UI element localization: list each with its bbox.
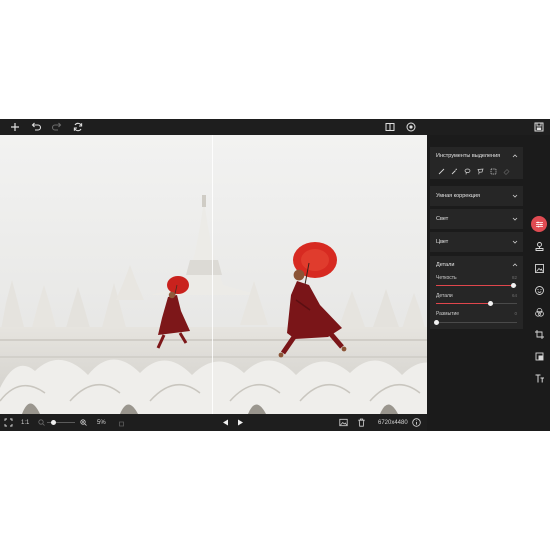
image-icon[interactable] — [339, 414, 348, 431]
image-frame-icon[interactable] — [533, 262, 546, 275]
top-toolbar — [0, 119, 550, 135]
blur-value: 0 — [514, 311, 517, 316]
details-slider-fill — [436, 303, 491, 304]
details-title: Детали — [436, 262, 455, 268]
chevron-down-icon[interactable] — [512, 239, 518, 245]
zoom-in-icon[interactable] — [80, 414, 87, 431]
chevron-up-icon[interactable] — [512, 153, 518, 159]
text-icon[interactable] — [533, 372, 546, 385]
image-size-label: 6720x4480 — [378, 419, 408, 426]
selection-tools-section[interactable]: Инструменты выделения — [430, 147, 523, 179]
sharpness-label: Четкость — [436, 275, 457, 281]
eye-icon[interactable] — [405, 121, 417, 133]
color-mix-icon[interactable] — [533, 306, 546, 319]
light-title: Свет — [436, 216, 449, 222]
refresh-icon[interactable] — [72, 121, 84, 133]
chevron-down-icon[interactable] — [512, 216, 518, 222]
face-icon[interactable] — [533, 284, 546, 297]
next-image-icon[interactable] — [237, 414, 244, 431]
smart-correction-title: Умная коррекция — [436, 193, 480, 199]
zoom-value: 5% — [97, 419, 106, 426]
selection-tools-title: Инструменты выделения — [436, 153, 501, 159]
adjust-sliders-icon[interactable] — [533, 218, 546, 231]
brush-icon[interactable] — [438, 168, 445, 175]
redo-icon[interactable] — [51, 121, 63, 133]
plus-icon[interactable] — [9, 121, 21, 133]
blur-slider-knob[interactable] — [434, 320, 439, 325]
rect-select-icon[interactable] — [490, 168, 497, 175]
details-slider[interactable] — [436, 301, 517, 306]
photo-editor: 1:1 5% 6720x4480 Инструменты выделения У… — [0, 119, 550, 431]
fullscreen-icon[interactable] — [4, 414, 13, 431]
sharpness-value: 82 — [511, 275, 517, 280]
bottom-toolbar: 1:1 5% 6720x4480 — [0, 414, 427, 431]
prev-image-icon[interactable] — [222, 414, 229, 431]
lasso-icon[interactable] — [464, 168, 471, 175]
layers-icon[interactable] — [533, 350, 546, 363]
color-section[interactable]: Цвет — [430, 232, 523, 252]
blur-slider[interactable] — [434, 320, 517, 325]
zoom-out-icon[interactable] — [38, 414, 45, 431]
blur-label: Размытие — [436, 311, 460, 317]
details-slider-knob[interactable] — [488, 301, 494, 306]
stamp-icon[interactable] — [533, 240, 546, 253]
crop-icon[interactable] — [533, 328, 546, 341]
polygon-lasso-icon[interactable] — [477, 168, 484, 175]
selection-tool-row — [438, 168, 510, 175]
chevron-down-icon[interactable] — [512, 193, 518, 199]
eraser-icon[interactable] — [503, 168, 510, 175]
info-icon[interactable] — [412, 414, 421, 431]
photo-canvas[interactable] — [0, 135, 427, 414]
sharpness-slider-knob[interactable] — [510, 283, 516, 288]
details-label: Детали — [436, 293, 453, 299]
compare-icon[interactable] — [384, 121, 396, 133]
monk-on-pagoda-photo — [0, 135, 427, 414]
magic-wand-icon[interactable] — [451, 168, 458, 175]
zoom-fit-button[interactable]: 1:1 — [21, 414, 29, 431]
zoom-slider[interactable] — [47, 414, 75, 431]
details-section[interactable]: Детали Четкость 82 Детали 64 Размытие 0 — [430, 256, 523, 329]
adjustments-panel: Инструменты выделения Умная коррекция Св… — [427, 135, 529, 431]
save-icon[interactable] — [533, 121, 545, 133]
sharpness-slider[interactable] — [436, 283, 517, 288]
undo-icon[interactable] — [30, 121, 42, 133]
details-value: 64 — [511, 293, 517, 298]
trash-icon[interactable] — [357, 414, 366, 431]
chevron-up-icon[interactable] — [512, 262, 518, 268]
smart-correction-section[interactable]: Умная коррекция — [430, 186, 523, 206]
color-title: Цвет — [436, 239, 449, 245]
sharpness-slider-fill — [436, 285, 513, 286]
light-section[interactable]: Свет — [430, 209, 523, 229]
compare-split-line[interactable] — [212, 135, 213, 414]
tool-strip — [529, 135, 550, 431]
hand-tool-icon[interactable] — [118, 414, 125, 431]
